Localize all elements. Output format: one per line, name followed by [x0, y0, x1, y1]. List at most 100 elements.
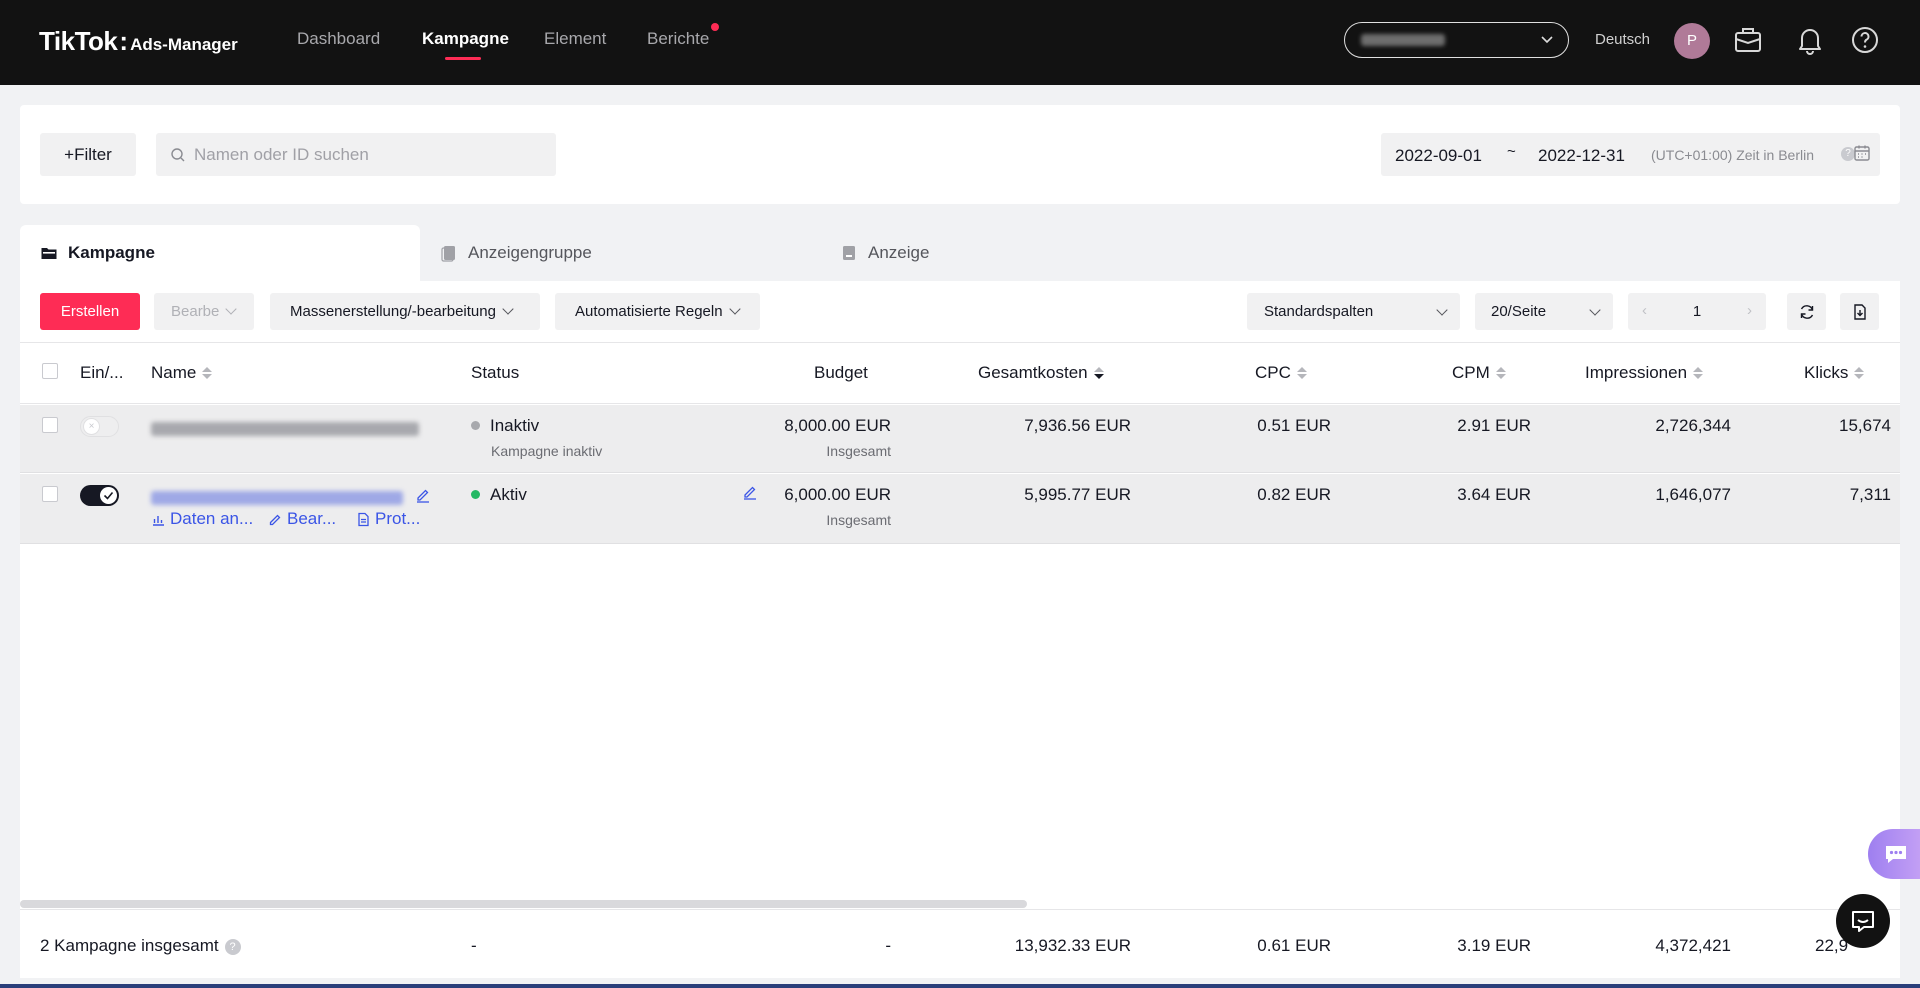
column-status: Status	[471, 363, 520, 382]
search-icon	[171, 148, 185, 162]
support-button[interactable]	[1836, 894, 1890, 948]
refresh-button[interactable]	[1787, 293, 1826, 330]
tiktok-ads-manager-logo[interactable]: TikTok: Ads-Manager	[39, 26, 238, 57]
sort-icon[interactable]	[1296, 367, 1307, 379]
chevron-down-icon	[225, 302, 238, 315]
nav-element[interactable]: Element	[544, 29, 606, 49]
edit-dropdown[interactable]: Bearbe	[154, 293, 254, 330]
campaign-name-redacted[interactable]	[151, 491, 403, 505]
check-icon	[103, 491, 114, 500]
column-impressions[interactable]: Impressionen	[1585, 363, 1704, 383]
campaign-toggle-off[interactable]: ×	[80, 416, 119, 437]
filter-bar: +Filter 2022-09-01 ~ 2022-12-31 (UTC+01:…	[20, 105, 1900, 204]
sort-icon[interactable]	[1693, 367, 1704, 379]
total-cost: 13,932.33 EUR	[1014, 936, 1131, 955]
bulk-edit-dropdown[interactable]: Massenerstellung/-bearbeitung	[270, 293, 540, 330]
budget-type: Insgesamt	[826, 512, 891, 528]
briefcase-icon[interactable]	[1732, 24, 1764, 56]
clicks-value: 7,311	[1849, 485, 1891, 504]
columns-select-label: Standardspalten	[1264, 303, 1374, 320]
notification-dot	[711, 23, 719, 31]
help-icon[interactable]: ?	[224, 939, 241, 955]
logo-text: TikTok	[39, 26, 118, 56]
row-checkbox[interactable]	[42, 417, 58, 433]
total-status: -	[471, 936, 477, 955]
column-name[interactable]: Name	[151, 363, 213, 383]
top-navigation-bar: TikTok: Ads-Manager Dashboard Kampagne El…	[0, 0, 1920, 85]
nav-dashboard[interactable]: Dashboard	[297, 29, 380, 49]
help-icon[interactable]	[1849, 24, 1881, 56]
nav-kampagne[interactable]: Kampagne	[422, 29, 509, 49]
column-cost-label: Gesamtkosten	[978, 363, 1088, 382]
column-clicks-label: Klicks	[1804, 363, 1849, 382]
sort-icon[interactable]	[1854, 367, 1865, 379]
campaign-name-redacted[interactable]	[151, 422, 419, 436]
edit-dropdown-label: Bearbe	[171, 303, 220, 320]
impressions-value: 2,726,344	[1655, 416, 1731, 435]
status-text: Aktiv	[490, 485, 527, 504]
edit-budget-icon[interactable]	[742, 484, 758, 500]
add-filter-button[interactable]: +Filter	[40, 133, 136, 176]
table-row[interactable]: Daten an... Bear... Prot... Aktiv 6,000.…	[20, 474, 1900, 544]
next-page-icon[interactable]: ›	[1747, 302, 1752, 319]
tab-kampagne[interactable]: Kampagne	[20, 225, 420, 281]
column-cost[interactable]: Gesamtkosten	[978, 363, 1104, 383]
budget-type: Insgesamt	[826, 443, 891, 459]
budget-value: 8,000.00 EUR	[784, 416, 891, 435]
status-dot	[471, 421, 480, 430]
row-checkbox[interactable]	[42, 486, 58, 502]
download-icon	[1853, 303, 1866, 320]
bell-icon[interactable]	[1794, 24, 1826, 56]
select-all-checkbox[interactable]	[42, 363, 58, 379]
table-header: Ein/... Name Status Budget Gesamtkosten …	[20, 342, 1900, 404]
tab-anzeige[interactable]: Anzeige	[840, 225, 1240, 281]
tab-anzeigengruppe[interactable]: Anzeigengruppe	[440, 225, 840, 281]
view-data-label: Daten an...	[170, 509, 254, 528]
column-clicks[interactable]: Klicks	[1804, 363, 1865, 383]
automated-rules-dropdown[interactable]: Automatisierte Regeln	[555, 293, 760, 330]
avatar[interactable]: P	[1674, 23, 1710, 59]
folder-icon	[41, 248, 57, 259]
refresh-icon	[1800, 304, 1813, 319]
sort-icon[interactable]	[1495, 367, 1506, 379]
view-data-link[interactable]: Daten an...	[151, 509, 253, 529]
bulk-edit-label: Massenerstellung/-bearbeitung	[290, 303, 496, 320]
date-range-picker[interactable]: 2022-09-01 ~ 2022-12-31 (UTC+01:00) Zeit…	[1381, 133, 1880, 176]
export-button[interactable]	[1840, 293, 1879, 330]
current-page[interactable]: 1	[1628, 303, 1766, 320]
chevron-down-icon	[502, 302, 514, 315]
calendar-icon[interactable]	[1853, 144, 1871, 162]
column-cpc[interactable]: CPC	[1255, 363, 1307, 383]
level-tabs: Kampagne Anzeigengruppe Anzeige	[20, 225, 1900, 281]
columns-select[interactable]: Standardspalten	[1247, 293, 1460, 330]
toggle-knob: ×	[83, 418, 100, 435]
chart-icon	[153, 515, 164, 526]
column-name-label: Name	[151, 363, 197, 382]
column-cpm[interactable]: CPM	[1452, 363, 1506, 383]
chat-assistant-button[interactable]	[1868, 829, 1920, 879]
status-dot	[471, 490, 480, 499]
chevron-down-icon	[1436, 304, 1448, 316]
account-selector[interactable]	[1344, 22, 1569, 58]
edit-name-icon[interactable]	[415, 487, 431, 503]
column-cpm-label: CPM	[1452, 363, 1490, 382]
pagination: ‹ 1 ›	[1628, 293, 1766, 330]
date-end[interactable]: 2022-12-31	[1538, 146, 1625, 166]
date-start[interactable]: 2022-09-01	[1395, 146, 1482, 166]
sort-icon[interactable]	[202, 367, 213, 379]
search-input[interactable]	[156, 133, 556, 176]
pencil-icon	[269, 514, 281, 525]
sort-icon[interactable]	[1093, 367, 1104, 379]
create-button[interactable]: Erstellen	[40, 293, 140, 330]
date-separator: ~	[1507, 143, 1516, 160]
nav-berichte[interactable]: Berichte	[647, 29, 709, 49]
logo-subtitle: Ads-Manager	[130, 35, 238, 54]
horizontal-scrollbar[interactable]	[20, 900, 1027, 908]
table-row[interactable]: × Inaktiv Kampagne inaktiv 8,000.00 EUR …	[20, 405, 1900, 473]
log-link[interactable]: Prot...	[356, 509, 420, 529]
page-size-select[interactable]: 20/Seite	[1475, 293, 1613, 330]
language-switch[interactable]: Deutsch	[1595, 31, 1650, 48]
campaign-toggle-on[interactable]	[80, 485, 119, 506]
edit-campaign-link[interactable]: Bear...	[268, 509, 336, 529]
cost-value: 7,936.56 EUR	[1024, 416, 1131, 435]
